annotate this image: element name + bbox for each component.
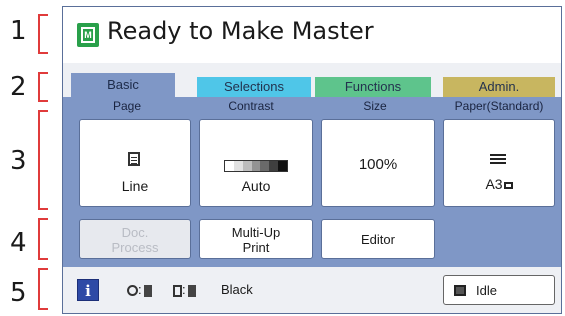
callout-bracket	[38, 110, 48, 210]
callout-bracket	[38, 72, 48, 102]
paper-button[interactable]: A3	[443, 119, 555, 207]
callout-number: 4	[10, 228, 27, 258]
multi-up-print-button[interactable]: Multi-Up Print	[199, 219, 313, 259]
tab-selections[interactable]: Selections	[197, 77, 311, 97]
tab-basic[interactable]: Basic	[71, 73, 175, 97]
callout-number: 1	[10, 16, 27, 46]
document-lines-icon	[128, 152, 140, 166]
title-bar: M Ready to Make Master	[63, 7, 561, 63]
callout-bracket	[38, 218, 48, 260]
callout-number: 5	[10, 278, 27, 308]
contrast-value: Auto	[241, 178, 271, 194]
size-label: Size	[363, 99, 387, 113]
tab-admin[interactable]: Admin.	[443, 77, 555, 97]
page-label: Page	[112, 99, 142, 113]
ink-bottle-icon	[173, 284, 182, 297]
doc-process-button[interactable]: Doc. Process	[79, 219, 191, 259]
paper-value: A3	[444, 176, 554, 192]
operation-panel: M Ready to Make Master Basic Selections …	[62, 6, 562, 314]
contrast-label: Contrast	[228, 99, 274, 113]
status-title: Ready to Make Master	[107, 17, 374, 45]
size-button[interactable]: 100%	[321, 119, 435, 207]
idle-button[interactable]: Idle	[443, 275, 555, 305]
paper-label: Paper(Standard)	[454, 99, 544, 113]
paper-orientation-icon	[503, 181, 513, 189]
page-button[interactable]: Line	[79, 119, 191, 207]
info-button[interactable]: i	[77, 279, 99, 301]
status-bar: i : : Black Idle	[63, 267, 561, 313]
callout-bracket	[38, 268, 48, 310]
drum-status: :	[127, 282, 152, 297]
paper-stack-icon	[490, 154, 506, 168]
page-value: Line	[121, 178, 149, 194]
callout-bracket	[38, 14, 48, 54]
idle-label: Idle	[476, 283, 497, 298]
drum-icon	[127, 285, 138, 297]
idle-icon	[454, 285, 466, 296]
size-value: 100%	[358, 156, 398, 173]
callout-number: 3	[10, 146, 27, 176]
grayscale-bar-icon	[224, 160, 288, 172]
master-document-icon: M	[77, 23, 99, 47]
callout-number: 2	[10, 72, 27, 102]
editor-button[interactable]: Editor	[321, 219, 435, 259]
ink-level-icon	[187, 284, 196, 297]
ink-status: :	[173, 282, 196, 297]
ink-color: Black	[221, 282, 253, 297]
tab-functions[interactable]: Functions	[315, 77, 431, 97]
contrast-button[interactable]: Auto	[199, 119, 313, 207]
drum-level-icon	[143, 284, 152, 297]
